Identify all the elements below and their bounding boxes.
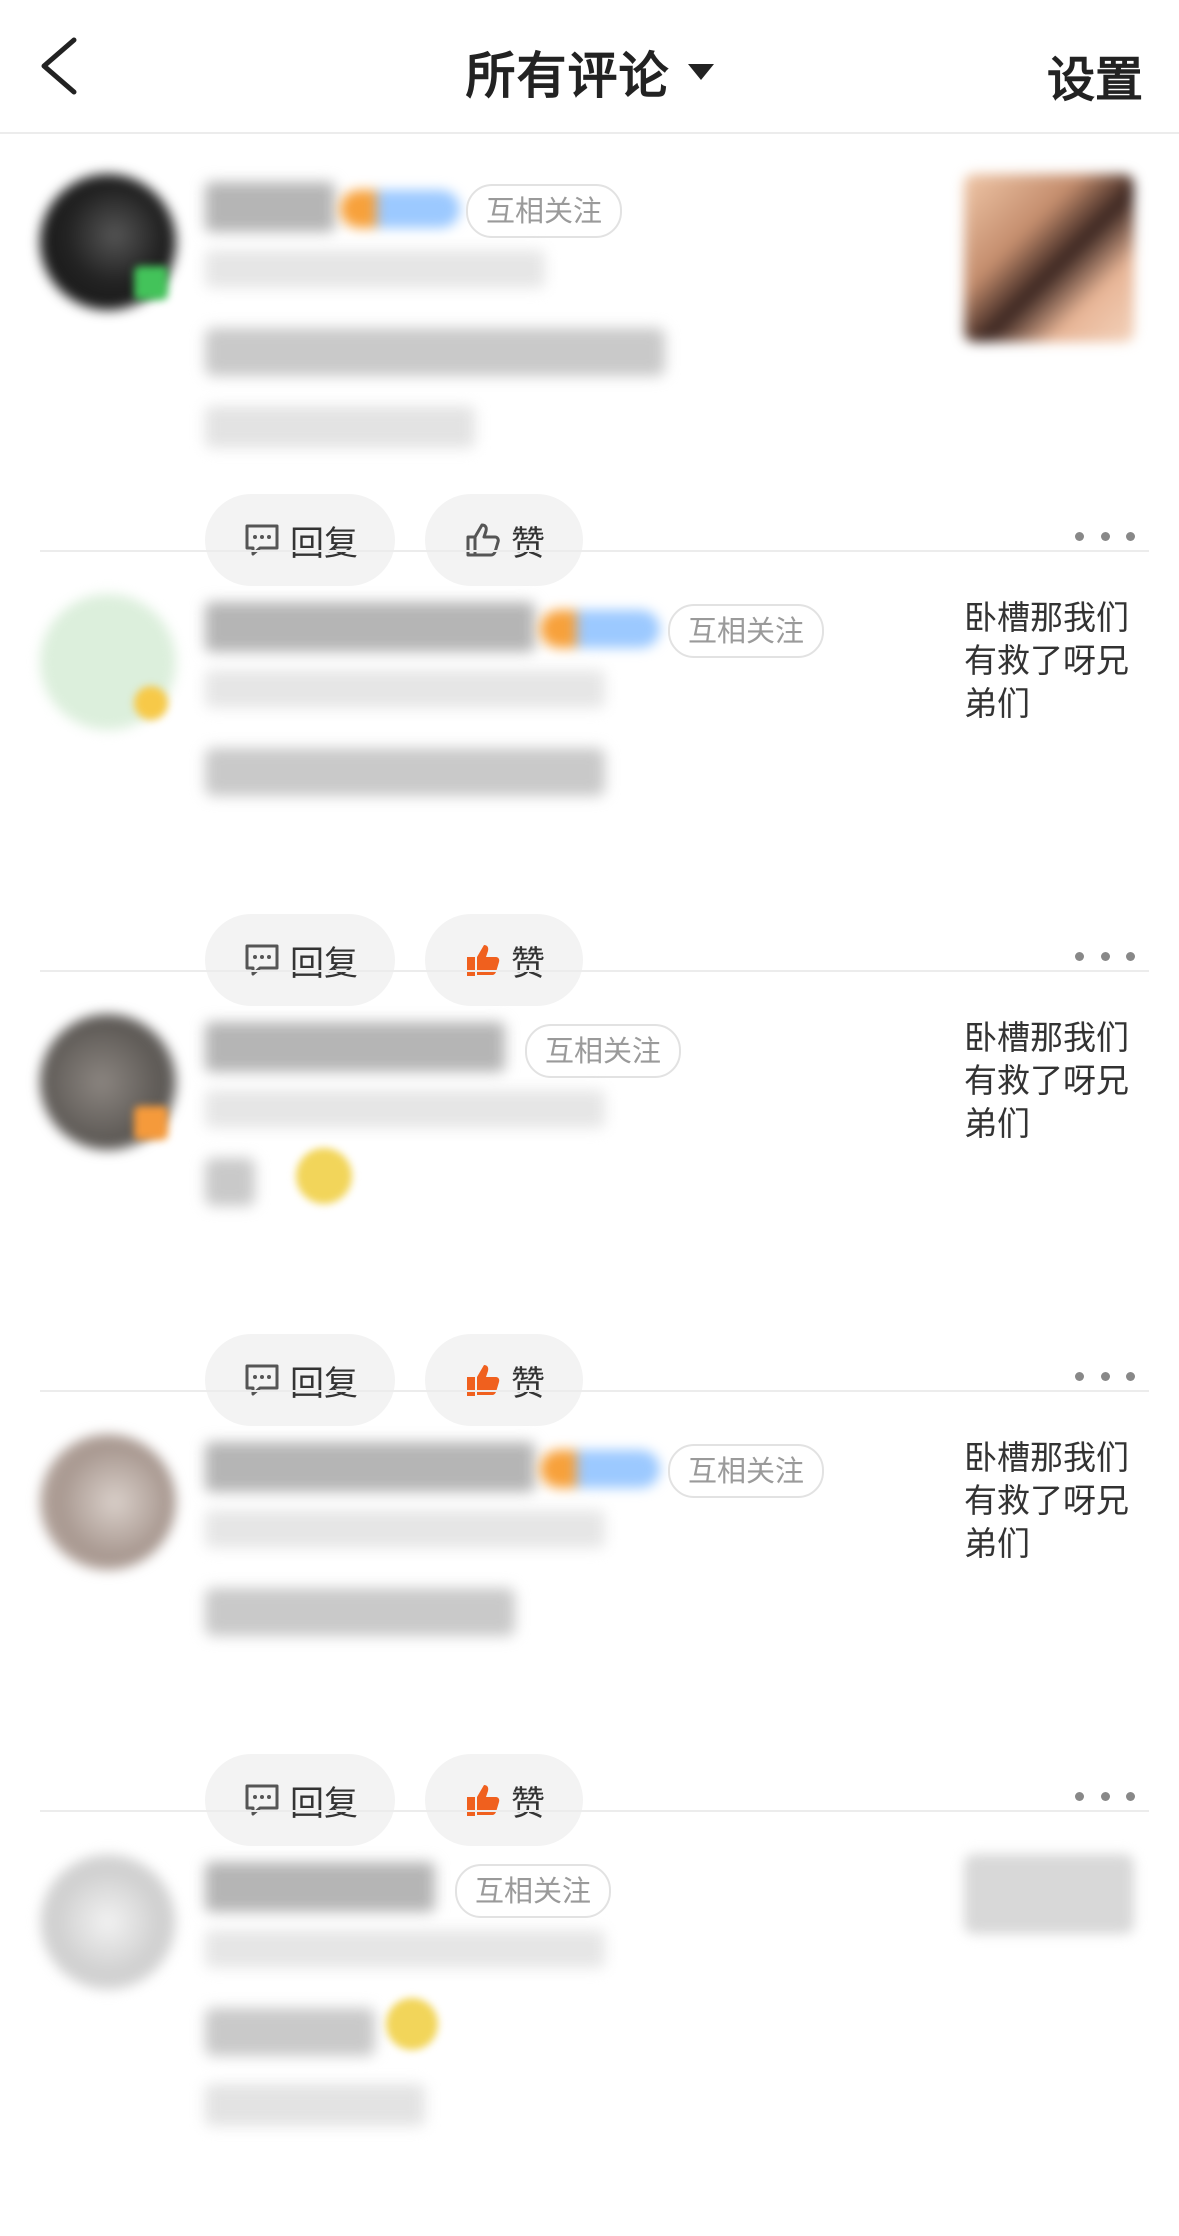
quoted-text-blurred xyxy=(205,406,475,448)
avatar[interactable] xyxy=(40,1434,176,1570)
comment-meta-blurred xyxy=(205,1510,605,1548)
top-bar: 所有评论 设置 xyxy=(0,0,1179,134)
dot xyxy=(1126,1791,1135,1801)
comment-filter-dropdown[interactable]: 所有评论 xyxy=(0,36,1179,108)
post-thumbnail[interactable] xyxy=(964,174,1134,342)
emoji-blurred xyxy=(386,1998,438,2050)
dot xyxy=(1075,531,1084,541)
original-post-text[interactable]: 卧槽那我们有救了呀兄弟们 xyxy=(964,596,1154,725)
avatar-badge xyxy=(134,1106,168,1140)
post-thumbnail[interactable] xyxy=(964,1854,1134,1934)
dot xyxy=(1126,1371,1135,1381)
vip-badge xyxy=(340,190,460,228)
comment-text-blurred xyxy=(205,328,665,376)
dot xyxy=(1075,951,1084,961)
mutual-follow-tag: 互相关注 xyxy=(525,1024,682,1078)
vip-badge xyxy=(540,1450,660,1488)
avatar-badge xyxy=(134,686,168,720)
username-blurred[interactable] xyxy=(205,1022,505,1072)
comment-text-blurred xyxy=(205,2008,375,2056)
username-blurred[interactable] xyxy=(205,1862,435,1912)
dot xyxy=(1100,531,1110,541)
vip-badge xyxy=(540,610,660,648)
comment-item: 互相关注 xyxy=(0,1812,1179,2236)
mutual-follow-tag: 互相关注 xyxy=(455,1864,612,1918)
comment-item: 互相关注 回复 赞 xyxy=(0,132,1179,586)
page-title: 所有评论 xyxy=(465,47,670,105)
username-blurred[interactable] xyxy=(205,1442,535,1492)
online-badge xyxy=(134,266,168,300)
original-post-text[interactable]: 卧槽那我们有救了呀兄弟们 xyxy=(964,1016,1154,1145)
settings-button[interactable]: 设置 xyxy=(1047,40,1143,110)
mutual-follow-tag: 互相关注 xyxy=(466,184,623,238)
username-blurred[interactable] xyxy=(205,182,335,232)
avatar[interactable] xyxy=(40,1854,176,1990)
quoted-text-blurred xyxy=(205,2084,425,2126)
comment-text-blurred xyxy=(205,1158,255,1206)
mutual-follow-tag: 互相关注 xyxy=(668,604,825,658)
mutual-follow-tag: 互相关注 xyxy=(668,1444,825,1498)
emoji-blurred xyxy=(296,1148,352,1204)
dot xyxy=(1126,951,1135,961)
comment-meta-blurred xyxy=(205,250,545,288)
caret-down-icon xyxy=(687,64,714,80)
original-post-text[interactable]: 卧槽那我们有救了呀兄弟们 xyxy=(964,1436,1154,1565)
comment-text-blurred xyxy=(205,748,605,796)
comment-meta-blurred xyxy=(205,670,605,708)
dot xyxy=(1075,1791,1084,1801)
dot xyxy=(1100,1791,1110,1801)
dot xyxy=(1100,1371,1110,1381)
comment-meta-blurred xyxy=(205,1930,605,1968)
comment-text-blurred xyxy=(205,1588,515,1636)
dot xyxy=(1126,531,1135,541)
comment-meta-blurred xyxy=(205,1090,605,1128)
dot xyxy=(1075,1371,1084,1381)
comment-item: 互相关注 回复 赞 卧槽那我们有救了呀兄弟们 xyxy=(0,972,1179,1426)
dot xyxy=(1100,951,1110,961)
comment-item: 互相关注 回复 赞 卧槽那我们有救了呀兄弟们 xyxy=(0,1392,1179,1846)
username-blurred[interactable] xyxy=(205,602,535,652)
comment-item: 互相关注 回复 赞 卧槽那我们有救了呀兄弟们 xyxy=(0,552,1179,1006)
